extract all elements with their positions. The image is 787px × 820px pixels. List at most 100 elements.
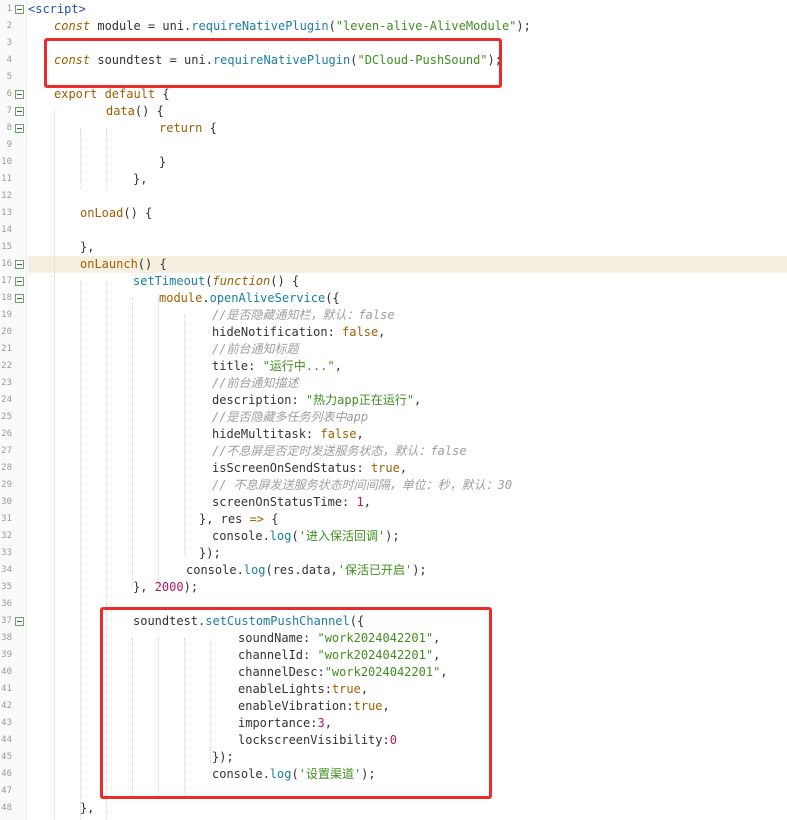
code-line[interactable]: 9	[0, 137, 787, 154]
code-token: false	[320, 427, 357, 441]
code-token: 1	[356, 495, 364, 509]
code-token: );	[516, 19, 531, 33]
code-line[interactable]: 16 onLaunch() {	[0, 256, 787, 273]
code-text: },	[28, 239, 787, 256]
code-line[interactable]: 27 //不息屏是否定时发送服务状态，默认：false	[0, 443, 787, 460]
line-number: 41	[1, 684, 12, 694]
code-line[interactable]: 23 //前台通知描述	[0, 375, 787, 392]
code-line[interactable]: 34 console.log(res.data,'保活已开启');	[0, 562, 787, 579]
code-token: (	[291, 529, 299, 543]
code-token: screenOnStatusTime:	[212, 495, 357, 509]
code-token: ,	[378, 325, 386, 339]
line-number: 32	[1, 531, 12, 541]
line-number: 34	[1, 565, 12, 575]
code-text: module.openAliveService({	[28, 290, 787, 307]
code-token: () {	[137, 257, 167, 271]
code-text: screenOnStatusTime: 1,	[28, 494, 787, 511]
fold-toggle-icon[interactable]	[15, 617, 24, 626]
code-token: () {	[134, 104, 164, 118]
code-token: onLaunch	[80, 257, 138, 271]
code-line[interactable]: 6 export default {	[0, 86, 787, 103]
code-token: //前台通知标题	[212, 342, 299, 356]
code-token: =>	[249, 512, 265, 526]
code-token: console.	[212, 529, 270, 543]
code-line[interactable]: 19 //是否隐藏通知栏，默认：false	[0, 307, 787, 324]
code-line[interactable]: 32 console.log('进入保活回调');	[0, 528, 787, 545]
code-token: "热力app正在运行"	[305, 393, 415, 407]
code-token: //前台通知描述	[212, 376, 299, 390]
code-token: () {	[270, 274, 300, 288]
code-token: '保活已开启'	[337, 563, 413, 577]
code-text: //前台通知标题	[28, 341, 787, 358]
line-number: 13	[1, 208, 12, 218]
line-number: 1	[6, 4, 12, 14]
code-line[interactable]: 1 <script>	[0, 1, 787, 18]
code-line[interactable]: 28 isScreenOnSendStatus: true,	[0, 460, 787, 477]
code-line[interactable]: 7 data() {	[0, 103, 787, 120]
fold-toggle-icon[interactable]	[15, 294, 24, 303]
code-token: "运行中..."	[262, 359, 335, 373]
code-text: description: "热力app正在运行",	[28, 392, 787, 409]
line-number: 25	[1, 412, 12, 422]
indent-guide	[158, 298, 159, 588]
fold-toggle-icon[interactable]	[15, 5, 24, 14]
line-number: 16	[1, 259, 12, 269]
code-line[interactable]: 11},	[0, 171, 787, 188]
code-text: });	[28, 545, 787, 562]
code-line[interactable]: 18 module.openAliveService({	[0, 290, 787, 307]
code-line[interactable]: 24 description: "热力app正在运行",	[0, 392, 787, 409]
code-line[interactable]: 30 screenOnStatusTime: 1,	[0, 494, 787, 511]
code-token: hideNotification:	[212, 325, 343, 339]
code-line[interactable]: 26 hideMultitask: false,	[0, 426, 787, 443]
code-line[interactable]: 14	[0, 222, 787, 239]
code-token: );	[385, 529, 400, 543]
code-token: setTimeout	[133, 274, 206, 288]
code-line[interactable]: 12	[0, 188, 787, 205]
line-number: 26	[1, 429, 12, 439]
code-token: console.	[186, 563, 244, 577]
code-token: );	[412, 563, 427, 577]
code-token: });	[199, 546, 221, 560]
indent-guide	[54, 111, 55, 820]
fold-toggle-icon[interactable]	[15, 277, 24, 286]
code-line[interactable]: 15},	[0, 239, 787, 256]
code-line[interactable]: 31}, res => {	[0, 511, 787, 528]
code-line[interactable]: 25 //是否隐藏多任务列表中app	[0, 409, 787, 426]
code-token: isScreenOnSendStatus:	[212, 461, 371, 475]
code-text: title: "运行中...",	[28, 358, 787, 375]
code-line[interactable]: 8 return {	[0, 120, 787, 137]
code-token: hideMultitask:	[212, 427, 321, 441]
fold-toggle-icon[interactable]	[15, 260, 24, 269]
code-token: }	[159, 155, 167, 169]
code-line[interactable]: 33});	[0, 545, 787, 562]
code-line[interactable]: 17 setTimeout(function() {	[0, 273, 787, 290]
code-text: },	[28, 171, 787, 188]
code-token: {	[155, 87, 170, 101]
code-line[interactable]: 29 // 不息屏发送服务状态时间间隔，单位：秒，默认：30	[0, 477, 787, 494]
code-line[interactable]: 10}	[0, 154, 787, 171]
code-token: false	[342, 325, 379, 339]
code-text: //前台通知描述	[28, 375, 787, 392]
indent-guide	[80, 281, 81, 820]
code-line[interactable]: 22 title: "运行中...",	[0, 358, 787, 375]
code-token: }, res	[199, 512, 250, 526]
code-line[interactable]: 13 onLoad() {	[0, 205, 787, 222]
code-token: log	[269, 529, 292, 543]
code-token: (	[328, 19, 336, 33]
fold-toggle-icon[interactable]	[15, 107, 24, 116]
code-line[interactable]: 35}, 2000);	[0, 579, 787, 596]
code-token: ,	[399, 461, 408, 475]
code-line[interactable]: 20 hideNotification: false,	[0, 324, 787, 341]
code-token: requireNativePlugin	[191, 19, 329, 33]
code-token: log	[243, 563, 266, 577]
fold-toggle-icon[interactable]	[15, 90, 24, 99]
code-line[interactable]: 2 const module = uni.requireNativePlugin(…	[0, 18, 787, 35]
line-number: 44	[1, 735, 12, 745]
line-number: 23	[1, 378, 12, 388]
code-line[interactable]: 21 //前台通知标题	[0, 341, 787, 358]
code-line[interactable]: 48},	[0, 800, 787, 817]
code-text: hideMultitask: false,	[28, 426, 787, 443]
line-number: 19	[1, 310, 12, 320]
line-number: 18	[1, 293, 12, 303]
fold-toggle-icon[interactable]	[15, 124, 24, 133]
